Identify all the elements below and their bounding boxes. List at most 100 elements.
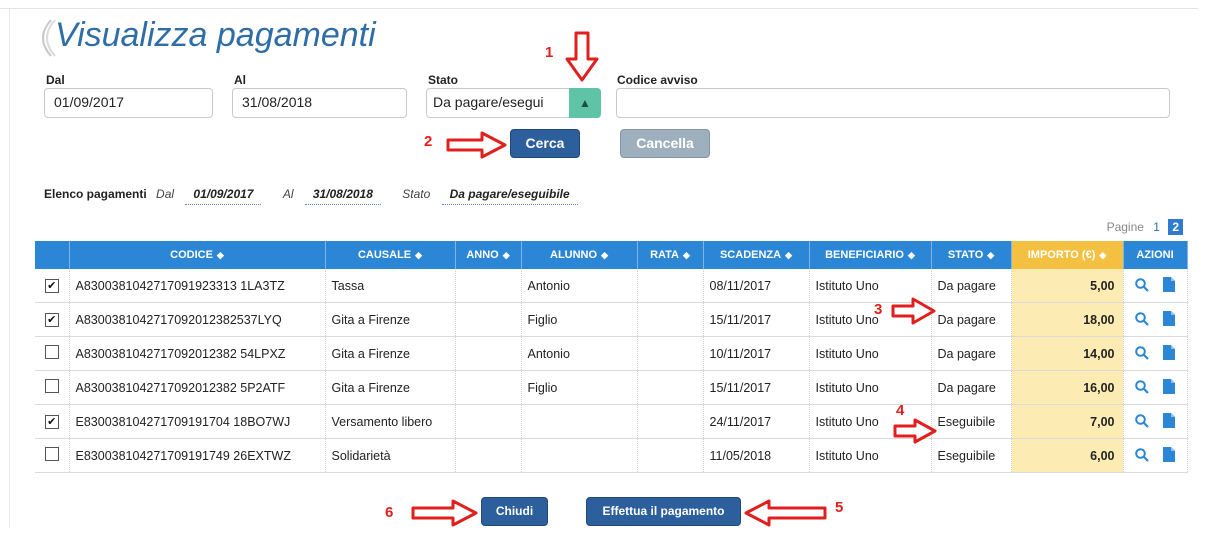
document-icon[interactable] <box>1163 378 1175 394</box>
header-alunno[interactable]: ALUNNO ◆ <box>521 241 638 269</box>
cell-rata <box>637 404 704 439</box>
al-input[interactable]: 31/08/2018 <box>232 88 407 118</box>
header-scadenza[interactable]: SCADENZA ◆ <box>703 241 810 269</box>
page-2-link[interactable]: 2 <box>1168 219 1183 235</box>
document-icon[interactable] <box>1163 446 1175 462</box>
table-row: ✔ A8300381042717092012382537LYQ Gita a Fir… <box>35 302 1188 337</box>
search-icon[interactable] <box>1135 311 1149 326</box>
cell-stato: Eseguibile <box>931 404 1012 439</box>
header-causale[interactable]: CAUSALE ◆ <box>325 241 456 269</box>
document-icon[interactable] <box>1163 310 1175 326</box>
cell-causale: Tassa <box>325 269 456 303</box>
row-select[interactable] <box>35 336 70 371</box>
annotation-2: 2 <box>424 133 433 150</box>
stato-select[interactable]: Da pagare/esegui ▲ <box>426 88 601 118</box>
cell-scadenza: 15/11/2017 <box>703 302 810 337</box>
cell-stato: Da pagare <box>931 336 1012 371</box>
header-rata[interactable]: RATA ◆ <box>637 241 704 269</box>
row-checkbox[interactable] <box>44 447 59 461</box>
summary-al-value: 31/08/2018 <box>304 187 381 205</box>
row-checkbox[interactable]: ✔ <box>44 313 59 327</box>
cell-causale: Solidarietà <box>325 438 456 473</box>
row-select[interactable]: ✔ <box>35 269 70 303</box>
stato-select-value: Da pagare/esegui <box>433 94 544 110</box>
document-icon[interactable] <box>1163 344 1175 360</box>
select-arrows-icon[interactable]: ▲ <box>569 88 601 118</box>
cancella-button[interactable]: Cancella <box>620 129 710 158</box>
cell-importo: 16,00 <box>1011 370 1124 405</box>
cell-codice: E830038104271709191749 26EXTWZ <box>69 438 326 473</box>
row-checkbox[interactable] <box>44 379 59 393</box>
page-title: Visualizza pagamenti <box>55 16 376 54</box>
cell-rata <box>637 438 704 473</box>
search-icon[interactable] <box>1135 413 1149 428</box>
cell-causale: Versamento libero <box>325 404 456 439</box>
table-row: A8300381042717092012382 54LPXZ Gita a Fir… <box>35 336 1188 371</box>
document-icon[interactable] <box>1163 412 1175 428</box>
payments-table: CODICE ◆ CAUSALE ◆ ANNO ◆ ALUNNO ◆ RATA ◆ SCA… <box>35 241 1188 473</box>
cell-anno <box>455 438 522 473</box>
cell-alunno: Figlio <box>521 302 638 337</box>
summary-al-label: Al <box>282 187 294 201</box>
table-header-row: CODICE ◆ CAUSALE ◆ ANNO ◆ ALUNNO ◆ RATA ◆ SCA… <box>35 241 1188 269</box>
cell-azioni <box>1123 404 1188 439</box>
cell-anno <box>455 404 522 439</box>
cell-codice: A8300381042717092012382 5P2ATF <box>69 370 326 405</box>
arrow-right-icon <box>891 297 936 325</box>
cell-importo: 7,00 <box>1011 404 1124 439</box>
cell-causale: Gita a Firenze <box>325 302 456 337</box>
cell-azioni <box>1123 269 1188 303</box>
arrow-right-icon <box>446 131 507 159</box>
search-icon[interactable] <box>1135 277 1149 292</box>
summary-stato-label: Stato <box>402 187 431 201</box>
document-icon[interactable] <box>1163 276 1175 292</box>
summary-label: Elenco pagamenti <box>44 187 147 201</box>
dal-input[interactable]: 01/09/2017 <box>44 88 213 118</box>
cell-beneficiario: Istituto Uno <box>809 370 932 405</box>
header-beneficiario[interactable]: BENEFICIARIO ◆ <box>809 241 932 269</box>
header-anno[interactable]: ANNO ◆ <box>455 241 522 269</box>
row-checkbox[interactable]: ✔ <box>44 279 59 293</box>
codice-avviso-label: Codice avviso <box>617 73 698 87</box>
row-select[interactable] <box>35 370 70 405</box>
header-importo[interactable]: IMPORTO (€) ◆ <box>1011 241 1124 269</box>
annotation-1: 1 <box>545 44 554 61</box>
cell-scadenza: 15/11/2017 <box>703 370 810 405</box>
cell-importo: 5,00 <box>1011 269 1124 303</box>
search-icon[interactable] <box>1135 447 1149 462</box>
arrow-down-icon <box>565 31 599 82</box>
cell-rata <box>637 302 704 337</box>
cell-rata <box>637 336 704 371</box>
summary-stato-value: Da pagare/eseguibile <box>441 187 578 205</box>
cell-stato: Eseguibile <box>931 438 1012 473</box>
page-1-link[interactable]: 1 <box>1153 220 1160 234</box>
cell-causale: Gita a Firenze <box>325 336 456 371</box>
left-divider <box>9 8 10 528</box>
cell-rata <box>637 269 704 303</box>
annotation-6: 6 <box>385 504 394 521</box>
top-divider <box>0 8 1198 9</box>
cell-scadenza: 10/11/2017 <box>703 336 810 371</box>
cell-codice: A8300381042717091923313 1LA3TZ <box>69 269 326 303</box>
row-select[interactable]: ✔ <box>35 404 70 439</box>
table-row: ✔ A8300381042717091923313 1LA3TZ Tassa Anto… <box>35 269 1188 303</box>
codice-avviso-input[interactable] <box>616 88 1170 118</box>
summary-bar: Elenco pagamenti Dal 01/09/2017 Al 31/08… <box>44 187 590 205</box>
cell-importo: 14,00 <box>1011 336 1124 371</box>
header-stato[interactable]: STATO ◆ <box>931 241 1012 269</box>
header-codice[interactable]: CODICE ◆ <box>69 241 326 269</box>
cell-azioni <box>1123 302 1188 337</box>
chiudi-button[interactable]: Chiudi <box>481 497 548 526</box>
effettua-pagamento-button[interactable]: Effettua il pagamento <box>586 497 741 526</box>
cerca-button[interactable]: Cerca <box>510 129 580 158</box>
search-icon[interactable] <box>1135 379 1149 394</box>
search-icon[interactable] <box>1135 345 1149 360</box>
arrow-right-icon <box>411 499 478 527</box>
table-row: ✔ E830038104271709191704 18BO7WJ Versament… <box>35 404 1188 439</box>
cell-anno <box>455 269 522 303</box>
row-checkbox[interactable]: ✔ <box>44 415 59 429</box>
row-checkbox[interactable] <box>44 345 59 359</box>
row-select[interactable] <box>35 438 70 473</box>
row-select[interactable]: ✔ <box>35 302 70 337</box>
table-row: A8300381042717092012382 5P2ATF Gita a Fir… <box>35 370 1188 405</box>
